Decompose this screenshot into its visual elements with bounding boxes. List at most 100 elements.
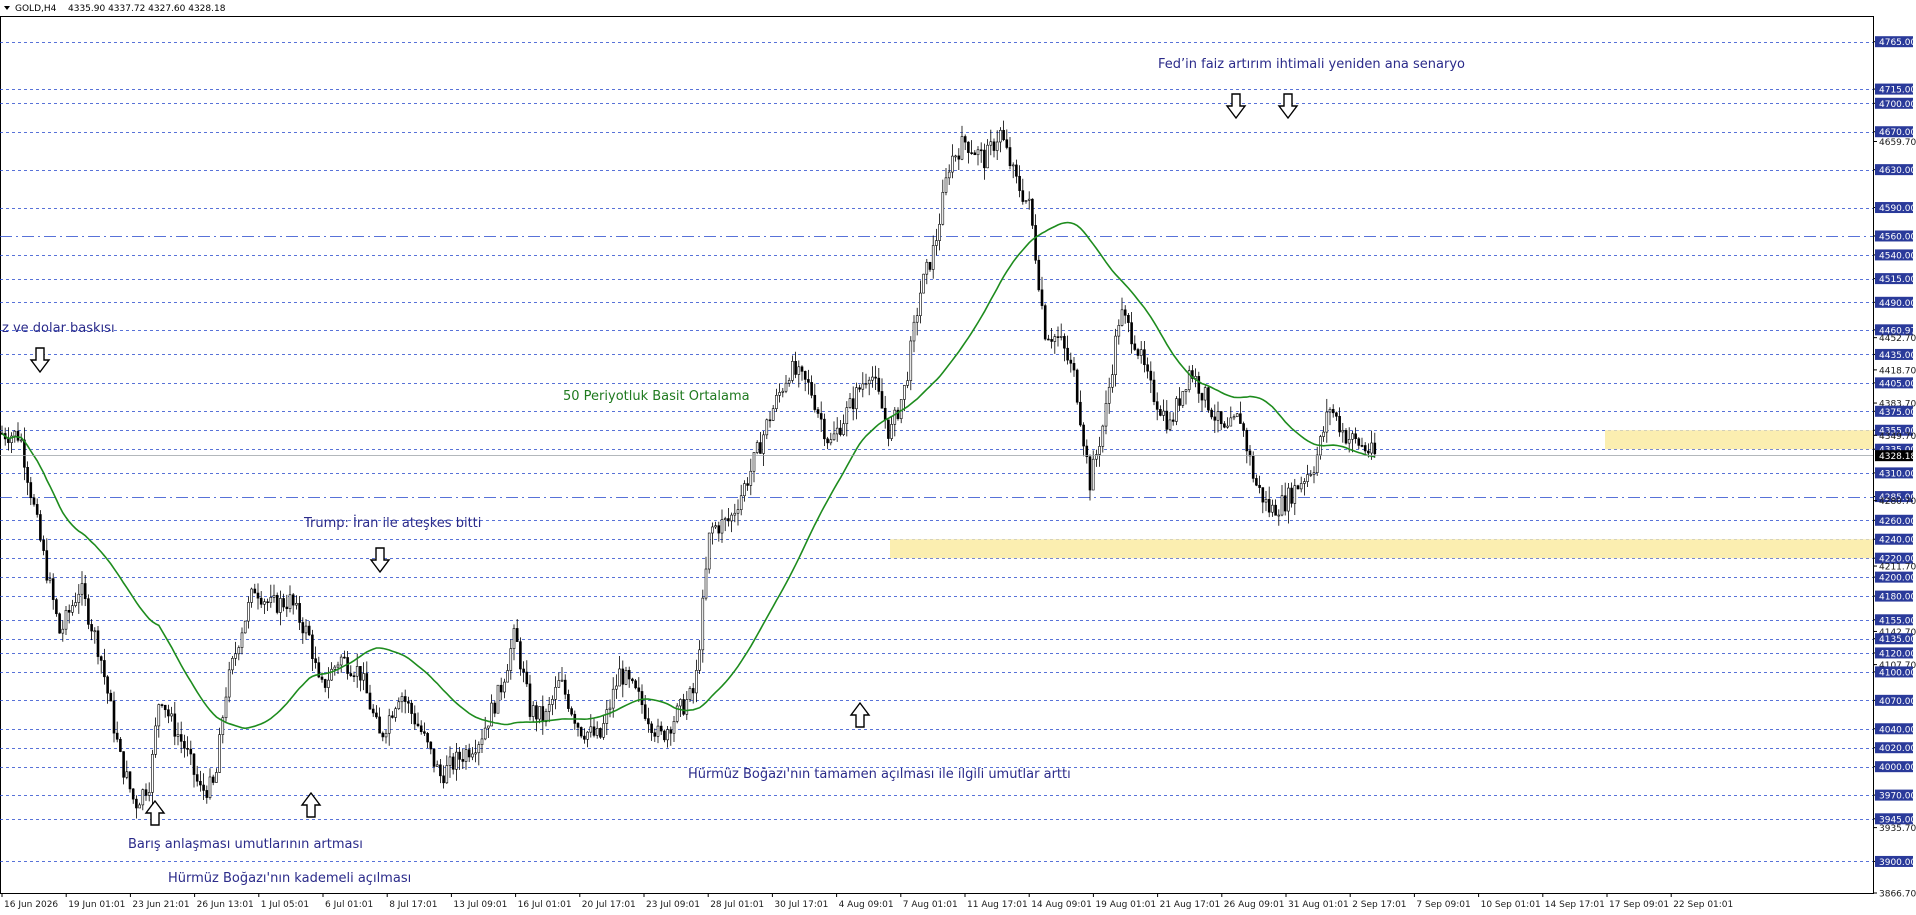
- candle-body: [1130, 322, 1133, 345]
- candle-body: [643, 704, 647, 719]
- candle-body: [704, 568, 708, 599]
- candle-body: [999, 129, 1002, 143]
- candle-body: [474, 752, 477, 755]
- candle-body: [1306, 474, 1309, 482]
- candle-body: [576, 723, 580, 728]
- candle-body: [243, 620, 247, 634]
- candle-body: [157, 704, 161, 727]
- price-tag-label: 4100.00: [1879, 668, 1916, 678]
- candle-body: [48, 578, 52, 581]
- candle-body: [1059, 336, 1063, 338]
- candle-body: [1162, 410, 1165, 416]
- candle-body: [1063, 336, 1066, 349]
- candle-body: [835, 427, 839, 435]
- candle-body: [263, 601, 266, 605]
- candle-body: [202, 784, 205, 791]
- candle-body: [71, 605, 74, 613]
- candle-body: [467, 749, 471, 758]
- candle-body: [1203, 387, 1207, 401]
- price-tag-label: 4375.00: [1879, 408, 1916, 418]
- candle-body: [1005, 139, 1009, 148]
- candle-body: [1239, 413, 1242, 424]
- candle-body: [1296, 485, 1300, 490]
- candle-body: [1363, 445, 1367, 452]
- candle-body: [1274, 504, 1277, 516]
- symbol-label: GOLD,H4: [15, 4, 57, 14]
- candle-body: [1287, 487, 1290, 512]
- candle-body: [1299, 483, 1303, 490]
- candle-body: [563, 679, 567, 695]
- candle-body: [848, 398, 852, 408]
- x-tick-label: 2 Sep 17:01: [1352, 900, 1406, 910]
- candle-body: [1328, 409, 1332, 413]
- candle-body: [1143, 349, 1146, 366]
- candle-body: [989, 141, 993, 146]
- candle-body: [1264, 499, 1268, 503]
- candle-body: [928, 261, 932, 270]
- candle-body: [362, 673, 365, 681]
- candle-body: [122, 751, 125, 778]
- candle-body: [250, 588, 253, 603]
- candle-body: [1008, 147, 1012, 167]
- candle-body: [1133, 343, 1137, 350]
- candle-body: [1050, 339, 1053, 342]
- x-tick-label: 19 Jun 01:01: [68, 900, 125, 910]
- candle-body: [1303, 481, 1306, 484]
- candle-body: [855, 387, 858, 410]
- candle-body: [941, 192, 945, 225]
- candle-body: [925, 261, 929, 275]
- candle-body: [147, 792, 151, 796]
- candle-body: [605, 709, 609, 724]
- candle-body: [211, 776, 215, 783]
- candle-body: [733, 512, 737, 516]
- candle-body: [163, 704, 167, 711]
- candle-body: [1351, 433, 1354, 440]
- x-tick-label: 28 Jul 01:01: [710, 900, 764, 910]
- candle-body: [1175, 398, 1178, 422]
- candle-body: [1024, 200, 1028, 202]
- candle-body: [695, 670, 698, 694]
- x-tick-label: 14 Aug 09:01: [1031, 900, 1092, 910]
- annotation-trump: Trump: İran ile ateşkes bitti: [303, 515, 481, 531]
- candle-body: [355, 666, 359, 677]
- price-tag-label: 4590.00: [1879, 204, 1916, 214]
- candle-body: [1098, 446, 1101, 455]
- candle-body: [554, 686, 557, 700]
- candle-body: [1367, 450, 1370, 454]
- candle-body: [602, 723, 605, 738]
- candle-body: [301, 622, 305, 634]
- candle-body: [1120, 309, 1124, 326]
- x-tick-label: 8 Jul 17:01: [389, 900, 437, 910]
- candle-body: [832, 433, 836, 440]
- candle-body: [1171, 419, 1175, 422]
- candle-body: [1104, 403, 1108, 427]
- candle-body: [99, 656, 103, 661]
- candle-body: [883, 407, 887, 421]
- y-tick-label: 4349.70: [1879, 432, 1916, 442]
- price-chart[interactable]: 4765.00 4715.00 4700.00 4670.004659.70 4630.…: [0, 0, 1916, 915]
- candle-body: [1373, 442, 1377, 455]
- candle-body: [803, 371, 807, 380]
- candle-body: [1146, 364, 1149, 372]
- candle-body: [311, 634, 314, 660]
- candle-body: [208, 776, 212, 798]
- candle-body: [55, 599, 58, 615]
- candle-body: [199, 780, 202, 786]
- candle-body: [1283, 495, 1287, 512]
- candle-body: [890, 423, 893, 439]
- candle-body: [32, 497, 36, 505]
- candle-body: [1031, 198, 1034, 226]
- x-tick-label: 19 Aug 01:01: [1095, 900, 1156, 910]
- candle-body: [1370, 442, 1373, 454]
- candle-body: [509, 648, 513, 671]
- candle-body: [586, 731, 589, 740]
- candle-body: [1107, 386, 1111, 404]
- x-tick-label: 22 Sep 01:01: [1673, 900, 1733, 910]
- candle-body: [887, 419, 890, 439]
- candle-body: [611, 688, 615, 709]
- candle-body: [439, 764, 442, 777]
- candle-body: [307, 625, 311, 636]
- candle-body: [1347, 438, 1351, 444]
- x-tick-label: 31 Aug 01:01: [1288, 900, 1349, 910]
- candle-body: [1207, 387, 1210, 411]
